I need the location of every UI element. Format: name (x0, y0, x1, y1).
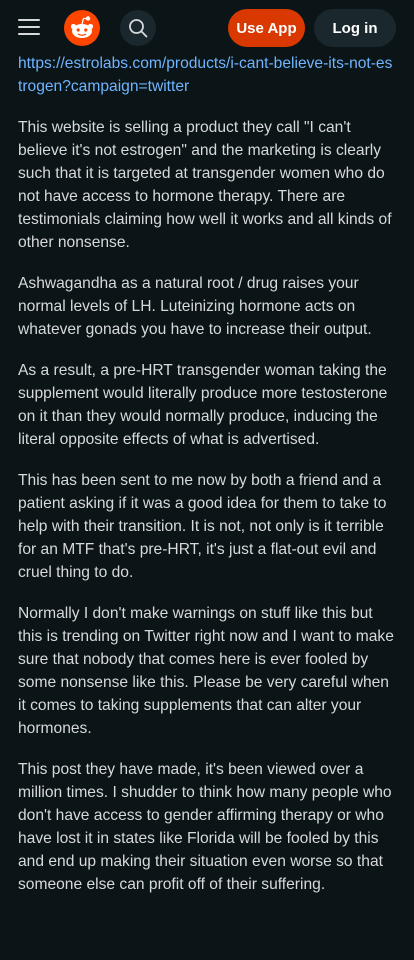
use-app-button[interactable]: Use App (228, 9, 305, 47)
search-button[interactable] (120, 10, 156, 46)
post-body: https://estrolabs.com/products/i-cant-be… (18, 52, 396, 914)
post-paragraph: This has been sent to me now by both a f… (18, 472, 387, 581)
post-paragraph: Ashwagandha as a natural root / drug rai… (18, 275, 372, 338)
post-paragraph: This post they have made, it's been view… (18, 761, 392, 893)
post-paragraph: As a result, a pre-HRT transgender woman… (18, 362, 388, 448)
hamburger-menu-icon[interactable] (18, 17, 40, 37)
post-paragraph: Normally I don't make warnings on stuff … (18, 605, 394, 737)
login-button[interactable]: Log in (314, 9, 396, 47)
search-icon (129, 19, 148, 38)
product-link[interactable]: https://estrolabs.com/products/i-cant-be… (18, 52, 396, 98)
top-nav-bar: Use App Log in (0, 0, 414, 56)
reddit-logo-icon[interactable] (64, 10, 100, 46)
post-paragraph: This website is selling a product they c… (18, 119, 392, 251)
